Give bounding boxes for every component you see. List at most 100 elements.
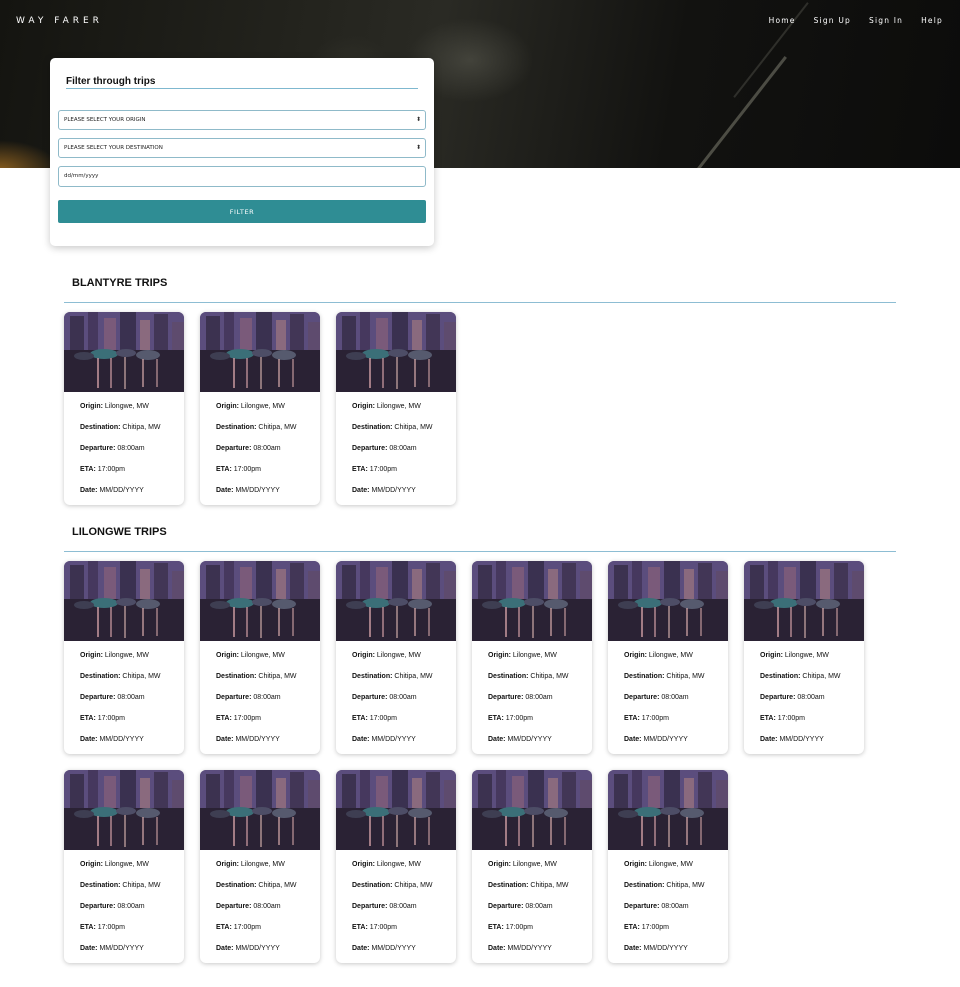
trip-details: Origin: Lilongwe, MW Destination: Chitipa…: [80, 650, 161, 754]
nav-help[interactable]: Help: [921, 16, 943, 25]
trip-details: Origin: Lilongwe, MW Destination: Chitipa…: [216, 401, 297, 505]
trip-image: [472, 770, 592, 850]
trip-date: Date: MM/DD/YYYY: [216, 943, 297, 963]
trip-image: [64, 312, 184, 392]
trip-card[interactable]: Origin: Lilongwe, MW Destination: Chitipa…: [64, 770, 184, 963]
destination-select[interactable]: PLEASE SELECT YOUR DESTINATION ⬍: [58, 138, 426, 158]
trip-date-value: MM/DD/YYYY: [235, 736, 280, 743]
trip-date-label: Date:: [352, 487, 370, 494]
trip-details: Origin: Lilongwe, MW Destination: Chitipa…: [80, 859, 161, 963]
trip-eta: ETA: 17:00pm: [624, 922, 705, 943]
trip-destination: Destination: Chitipa, MW: [216, 671, 297, 692]
trip-card[interactable]: Origin: Lilongwe, MW Destination: Chitipa…: [744, 561, 864, 754]
trip-origin: Origin: Lilongwe, MW: [216, 859, 297, 880]
trip-card[interactable]: Origin: Lilongwe, MW Destination: Chitipa…: [200, 561, 320, 754]
trip-details: Origin: Lilongwe, MW Destination: Chitipa…: [488, 650, 569, 754]
trip-departure: Departure: 08:00am: [216, 443, 297, 464]
trip-date: Date: MM/DD/YYYY: [624, 943, 705, 963]
trip-card[interactable]: Origin: Lilongwe, MW Destination: Chitipa…: [472, 561, 592, 754]
trip-eta: ETA: 17:00pm: [216, 713, 297, 734]
trip-destination-label: Destination:: [760, 673, 801, 680]
trip-card[interactable]: Origin: Lilongwe, MW Destination: Chitipa…: [200, 312, 320, 505]
trip-image: [200, 312, 320, 392]
brand-logo[interactable]: WAY FARER: [16, 16, 103, 26]
filter-button[interactable]: FILTER: [58, 200, 426, 223]
trip-origin: Origin: Lilongwe, MW: [352, 401, 433, 422]
trip-departure-value: 08:00am: [253, 694, 281, 701]
trip-date: Date: MM/DD/YYYY: [352, 734, 433, 754]
trip-destination-value: Chitipa, MW: [258, 882, 297, 889]
trip-image: [200, 561, 320, 641]
trip-card[interactable]: Origin: Lilongwe, MW Destination: Chitipa…: [200, 770, 320, 963]
trip-departure: Departure: 08:00am: [352, 901, 433, 922]
trip-origin: Origin: Lilongwe, MW: [488, 859, 569, 880]
trip-date: Date: MM/DD/YYYY: [80, 485, 161, 505]
trip-card[interactable]: Origin: Lilongwe, MW Destination: Chitipa…: [64, 561, 184, 754]
trip-eta: ETA: 17:00pm: [352, 464, 433, 485]
trip-card[interactable]: Origin: Lilongwe, MW Destination: Chitipa…: [336, 312, 456, 505]
trip-origin-label: Origin:: [216, 652, 239, 659]
trip-date-value: MM/DD/YYYY: [507, 945, 552, 952]
nav-sign-in[interactable]: Sign In: [869, 16, 903, 25]
origin-select[interactable]: PLEASE SELECT YOUR ORIGIN ⬍: [58, 110, 426, 130]
trip-destination-value: Chitipa, MW: [530, 673, 569, 680]
trip-eta-value: 17:00pm: [369, 924, 398, 931]
destination-select-value: PLEASE SELECT YOUR DESTINATION: [64, 145, 163, 151]
trip-card[interactable]: Origin: Lilongwe, MW Destination: Chitipa…: [336, 561, 456, 754]
trip-eta: ETA: 17:00pm: [488, 922, 569, 943]
trip-departure-label: Departure:: [80, 694, 116, 701]
trip-origin-value: Lilongwe, MW: [512, 861, 557, 868]
trip-departure-label: Departure:: [352, 445, 388, 452]
trip-departure: Departure: 08:00am: [352, 692, 433, 713]
city-traffic-image-art: [64, 561, 184, 641]
trip-date-label: Date:: [624, 736, 642, 743]
trip-card[interactable]: Origin: Lilongwe, MW Destination: Chitipa…: [64, 312, 184, 505]
trip-departure: Departure: 08:00am: [216, 901, 297, 922]
trip-image: [336, 561, 456, 641]
trip-eta-value: 17:00pm: [641, 715, 670, 722]
trip-destination: Destination: Chitipa, MW: [488, 880, 569, 901]
trip-card[interactable]: Origin: Lilongwe, MW Destination: Chitipa…: [336, 770, 456, 963]
trip-departure-value: 08:00am: [253, 445, 281, 452]
nav-sign-up[interactable]: Sign Up: [814, 16, 851, 25]
trip-eta-value: 17:00pm: [777, 715, 806, 722]
city-traffic-image-art: [200, 770, 320, 850]
trip-card[interactable]: Origin: Lilongwe, MW Destination: Chitipa…: [608, 561, 728, 754]
city-traffic-image-art: [472, 770, 592, 850]
trip-origin-label: Origin:: [624, 652, 647, 659]
trip-origin: Origin: Lilongwe, MW: [80, 401, 161, 422]
trip-origin: Origin: Lilongwe, MW: [352, 859, 433, 880]
trip-origin-value: Lilongwe, MW: [240, 403, 285, 410]
trip-departure-value: 08:00am: [525, 903, 553, 910]
section-title-blantyre: BLANTYRE TRIPS: [72, 277, 168, 289]
trip-departure-value: 08:00am: [117, 445, 145, 452]
top-nav: Home Sign Up Sign In Help: [769, 16, 943, 25]
date-input[interactable]: dd/mm/yyyy: [58, 166, 426, 187]
trip-destination-value: Chitipa, MW: [394, 424, 433, 431]
trip-date-value: MM/DD/YYYY: [235, 945, 280, 952]
trip-eta-label: ETA:: [624, 924, 640, 931]
trip-origin-value: Lilongwe, MW: [784, 652, 829, 659]
trip-image: [608, 561, 728, 641]
trip-destination-label: Destination:: [80, 424, 121, 431]
trip-departure: Departure: 08:00am: [760, 692, 841, 713]
trip-destination: Destination: Chitipa, MW: [80, 880, 161, 901]
trip-departure-value: 08:00am: [389, 445, 417, 452]
filter-card: Filter through trips PLEASE SELECT YOUR …: [50, 58, 434, 246]
trip-details: Origin: Lilongwe, MW Destination: Chitipa…: [760, 650, 841, 754]
city-traffic-image-art: [472, 561, 592, 641]
trip-origin-label: Origin:: [352, 652, 375, 659]
trip-date: Date: MM/DD/YYYY: [488, 734, 569, 754]
trip-date: Date: MM/DD/YYYY: [352, 485, 433, 505]
trip-destination-value: Chitipa, MW: [394, 882, 433, 889]
trip-departure-value: 08:00am: [117, 694, 145, 701]
trip-card[interactable]: Origin: Lilongwe, MW Destination: Chitipa…: [608, 770, 728, 963]
trip-image: [64, 770, 184, 850]
trip-eta-label: ETA:: [352, 466, 368, 473]
trip-eta-label: ETA:: [352, 715, 368, 722]
trip-origin-label: Origin:: [624, 861, 647, 868]
nav-home[interactable]: Home: [769, 16, 796, 25]
trip-departure: Departure: 08:00am: [80, 692, 161, 713]
trip-card[interactable]: Origin: Lilongwe, MW Destination: Chitipa…: [472, 770, 592, 963]
trip-date: Date: MM/DD/YYYY: [624, 734, 705, 754]
